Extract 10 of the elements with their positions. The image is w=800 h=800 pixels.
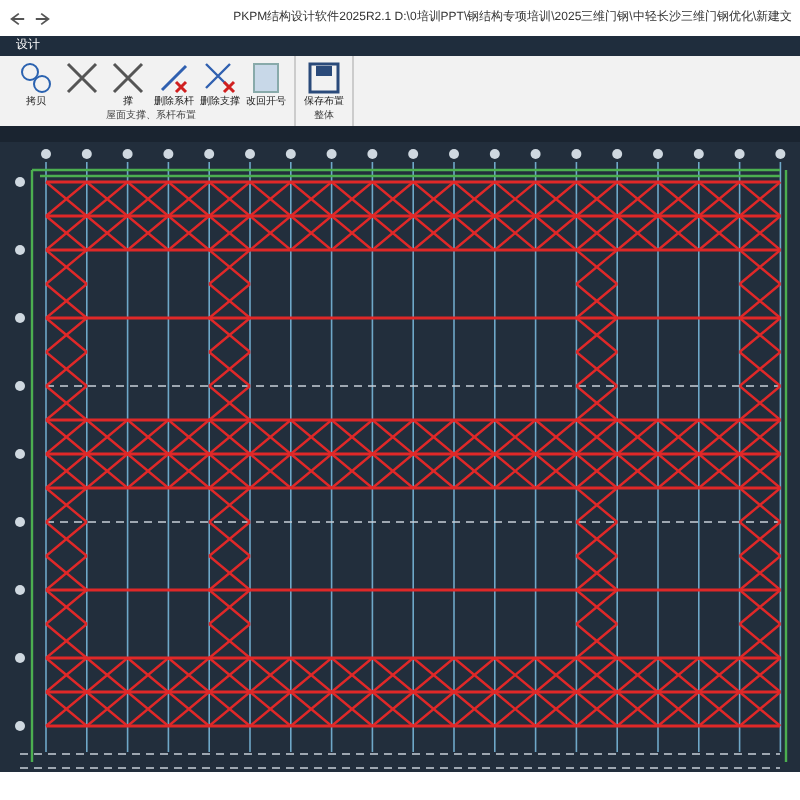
panel-icon — [248, 60, 284, 96]
cross-delete-icon — [202, 60, 238, 96]
save-icon — [306, 60, 342, 96]
brace-icon — [110, 60, 146, 96]
back-icon[interactable] — [8, 9, 26, 27]
line-delete-icon — [156, 60, 192, 96]
copy-icon — [18, 60, 54, 96]
ribbon-button[interactable] — [62, 60, 102, 96]
forward-icon[interactable] — [34, 9, 52, 27]
brace-icon — [64, 60, 100, 96]
